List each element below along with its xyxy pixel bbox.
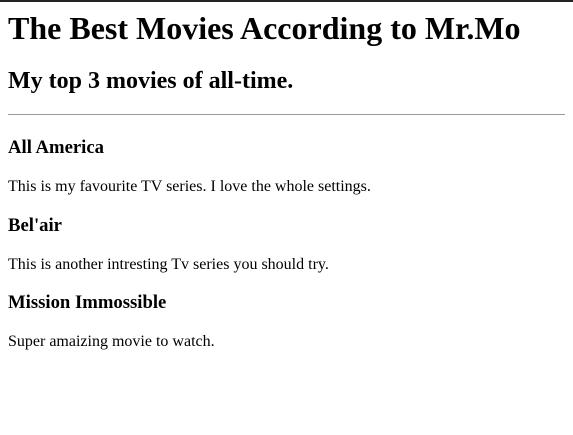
section-divider — [8, 114, 565, 115]
movie-title-mission-immossible: Mission Immossible — [8, 292, 167, 313]
movie-description-belair: This is another intresting Tv series you… — [8, 256, 329, 273]
movie-description-mission-immossible: Super amaizing movie to watch. — [8, 333, 215, 350]
movie-description-all-america: This is my favourite TV series. I love t… — [8, 178, 371, 195]
movie-title-belair: Bel'air — [8, 215, 62, 236]
top-border — [0, 0, 573, 2]
page-title: The Best Movies According to Mr.Mo — [8, 10, 521, 46]
page-subtitle: My top 3 movies of all-time. — [8, 68, 294, 94]
movie-title-all-america: All America — [8, 137, 105, 158]
